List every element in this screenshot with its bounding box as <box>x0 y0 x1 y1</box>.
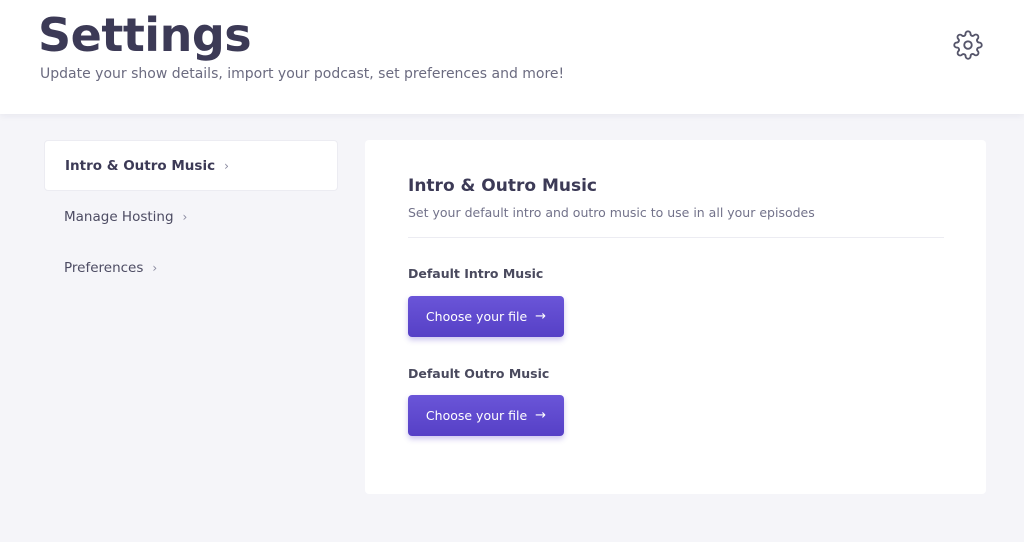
page-title: Settings <box>38 8 252 62</box>
button-label: Choose your file <box>425 408 528 423</box>
page-header: Settings Update your show details, impor… <box>0 0 1024 114</box>
choose-intro-file-button[interactable]: Choose your file → <box>408 296 564 337</box>
chevron-right-icon: › <box>224 158 229 173</box>
sidebar-item-manage-hosting[interactable]: Manage Hosting › <box>44 191 338 242</box>
intro-music-label: Default Intro Music <box>408 266 544 281</box>
chevron-right-icon: › <box>182 209 188 224</box>
arrow-right-icon: → <box>535 309 547 324</box>
sidebar-item-label: Preferences <box>64 259 144 276</box>
panel-title: Intro & Outro Music <box>408 176 597 196</box>
gear-icon[interactable] <box>953 30 983 60</box>
divider <box>408 237 944 238</box>
settings-panel: Intro & Outro Music Set your default int… <box>365 140 986 494</box>
sidebar-item-intro-outro-music[interactable]: Intro & Outro Music › <box>44 140 338 191</box>
sidebar-item-preferences[interactable]: Preferences › <box>44 242 338 293</box>
choose-outro-file-button[interactable]: Choose your file → <box>408 395 564 436</box>
panel-description: Set your default intro and outro music t… <box>408 205 815 220</box>
settings-sidebar: Intro & Outro Music › Manage Hosting › P… <box>44 140 338 293</box>
sidebar-item-label: Manage Hosting <box>64 208 174 225</box>
sidebar-item-label: Intro & Outro Music <box>65 157 216 174</box>
outro-music-label: Default Outro Music <box>408 366 550 381</box>
arrow-right-icon: → <box>535 408 547 423</box>
chevron-right-icon: › <box>152 260 158 275</box>
button-label: Choose your file <box>425 309 528 324</box>
page-subtitle: Update your show details, import your po… <box>40 66 565 82</box>
